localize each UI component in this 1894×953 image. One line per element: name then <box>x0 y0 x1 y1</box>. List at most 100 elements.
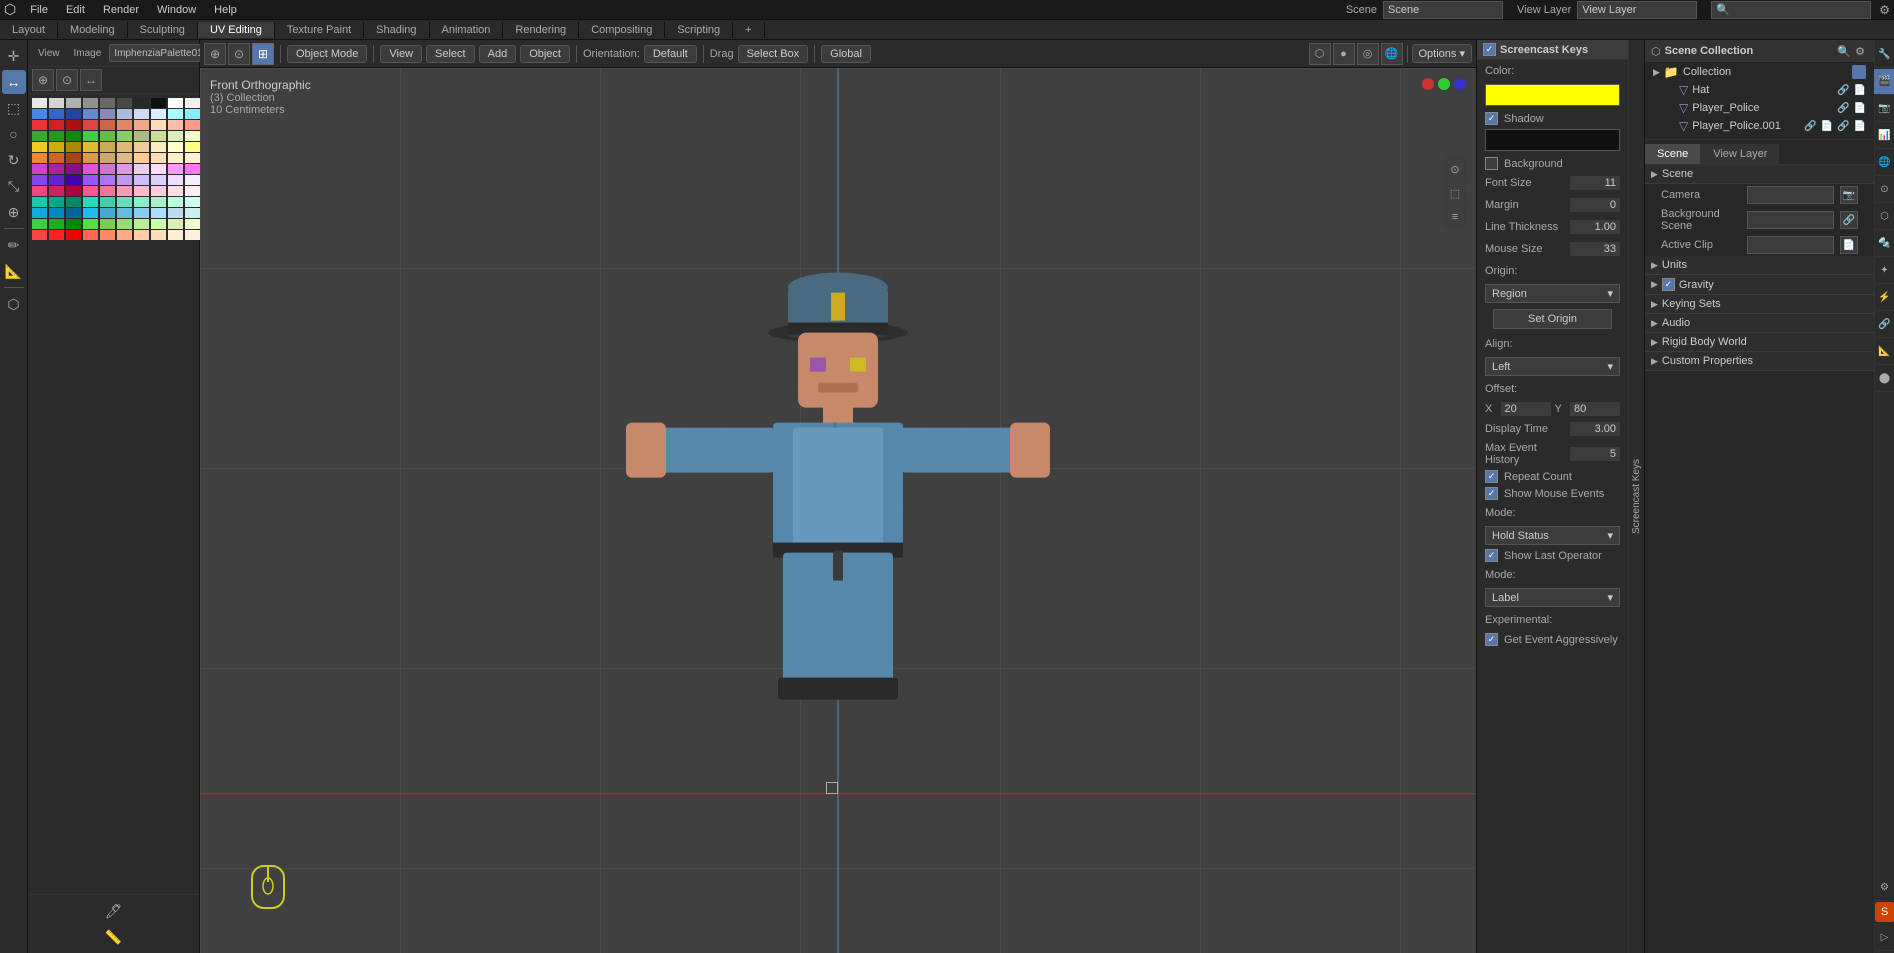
palette-cell[interactable] <box>168 164 183 174</box>
view-menu-btn[interactable]: View <box>380 45 422 63</box>
keying-sets-section-toggle[interactable]: ▶ Keying Sets <box>1645 295 1874 314</box>
palette-cell[interactable] <box>151 230 166 240</box>
palette-cell[interactable] <box>168 208 183 218</box>
hat-item[interactable]: ▽ Hat 🔗 📄 <box>1645 81 1874 99</box>
camera-props-icon[interactable]: 📷 <box>1840 186 1858 204</box>
palette-cell[interactable] <box>32 98 47 108</box>
menu-help[interactable]: Help <box>206 2 245 18</box>
filter-icon[interactable]: ⚙ <box>1879 3 1890 17</box>
player-police-001-extra-icon[interactable]: 🔗 <box>1837 121 1849 132</box>
shading-solid[interactable]: ● <box>1333 43 1355 65</box>
shading-render[interactable]: 🌐 <box>1381 43 1403 65</box>
palette-cell[interactable] <box>49 197 64 207</box>
tool-lasso[interactable]: ○ <box>2 122 26 146</box>
palette-cell[interactable] <box>117 109 132 119</box>
palette-cell[interactable] <box>32 120 47 130</box>
mouse-size-input[interactable] <box>1570 242 1620 256</box>
tab-rendering[interactable]: Rendering <box>503 22 579 38</box>
toggle-sidebar[interactable]: ≡ <box>1444 206 1466 228</box>
palette-cell[interactable] <box>168 197 183 207</box>
palette-cell[interactable] <box>151 153 166 163</box>
palette-cell[interactable] <box>83 219 98 229</box>
player-police-001-item[interactable]: ▽ Player_Police.001 🔗 📄 🔗 📄 <box>1645 117 1874 135</box>
view-layer-selector[interactable]: View Layer <box>1577 1 1697 19</box>
screencast-checkbox[interactable] <box>1483 43 1496 56</box>
palette-cell[interactable] <box>134 175 149 185</box>
operator-mode-dropdown-container[interactable]: Label ▾ <box>1477 586 1628 609</box>
menu-edit[interactable]: Edit <box>58 2 93 18</box>
palette-cell[interactable] <box>100 98 115 108</box>
palette-cell[interactable] <box>83 142 98 152</box>
viewport-nav3[interactable]: ⊞ <box>252 43 274 65</box>
palette-cell[interactable] <box>66 186 81 196</box>
palette-cell[interactable] <box>168 109 183 119</box>
tab-animation[interactable]: Animation <box>430 22 504 38</box>
prop-icon-output[interactable]: 📊 <box>1874 123 1894 149</box>
palette-cell[interactable] <box>185 230 200 240</box>
zoom-to-fit[interactable]: ⊙ <box>1444 158 1466 180</box>
mouse-mode-dropdown[interactable]: Hold Status ▾ <box>1485 526 1620 545</box>
palette-cell[interactable] <box>185 142 200 152</box>
palette-cell[interactable] <box>83 120 98 130</box>
hat-data-icon[interactable]: 📄 <box>1854 85 1866 96</box>
prop-icon-render[interactable]: 📷 <box>1874 96 1894 122</box>
units-section-toggle[interactable]: ▶ Units <box>1645 256 1874 275</box>
origin-dropdown[interactable]: Region ▾ <box>1485 284 1620 303</box>
set-origin-button[interactable]: Set Origin <box>1493 309 1612 329</box>
palette-cell[interactable] <box>100 208 115 218</box>
camera-selector[interactable] <box>1747 186 1835 204</box>
scene-tab[interactable]: Scene <box>1645 144 1701 164</box>
prop-icon-data[interactable]: 📐 <box>1874 339 1894 365</box>
palette-cell[interactable] <box>185 186 200 196</box>
palette-cell[interactable] <box>134 208 149 218</box>
palette-cell[interactable] <box>66 175 81 185</box>
prop-icon-bottom1[interactable]: ⚙ <box>1874 875 1894 901</box>
scene-section-toggle[interactable]: ▶ Scene <box>1645 165 1874 184</box>
palette-cell[interactable] <box>117 120 132 130</box>
palette-cell[interactable] <box>66 164 81 174</box>
margin-input[interactable] <box>1570 198 1620 212</box>
prop-icon-scene[interactable]: 🎬 <box>1874 69 1894 95</box>
palette-cell[interactable] <box>168 131 183 141</box>
shadow-color-swatch[interactable] <box>1485 129 1620 151</box>
palette-cell[interactable] <box>83 197 98 207</box>
screencast-keys-vertical-label[interactable]: Screencast Keys <box>1628 40 1644 953</box>
bottom-tool2[interactable]: 📏 <box>102 925 126 949</box>
show-mouse-events-checkbox[interactable] <box>1485 487 1498 500</box>
tab-layout[interactable]: Layout <box>0 22 58 38</box>
prop-icon-view[interactable]: 🔧 <box>1874 42 1894 68</box>
tab-modeling[interactable]: Modeling <box>58 22 128 38</box>
palette-cell[interactable] <box>66 142 81 152</box>
palette-cell[interactable] <box>49 98 64 108</box>
color-swatch[interactable] <box>1485 84 1620 106</box>
dot-green[interactable] <box>1438 78 1450 90</box>
player-police-icon2[interactable]: 🔗 <box>1837 103 1849 114</box>
palette-cell[interactable] <box>49 208 64 218</box>
orientation-dropdown[interactable]: Default <box>644 45 697 63</box>
palette-cell[interactable] <box>117 131 132 141</box>
background-checkbox[interactable] <box>1485 157 1498 170</box>
viewport-nav2[interactable]: ⊙ <box>228 43 250 65</box>
palette-cell[interactable] <box>151 175 166 185</box>
palette-cell[interactable] <box>32 109 47 119</box>
palette-cell[interactable] <box>100 175 115 185</box>
palette-cell[interactable] <box>100 153 115 163</box>
palette-cell[interactable] <box>134 131 149 141</box>
player-police-item[interactable]: ▽ Player_Police 🔗 📄 <box>1645 99 1874 117</box>
mouse-mode-dropdown-container[interactable]: Hold Status ▾ <box>1477 524 1628 547</box>
collection-item[interactable]: ▶ 📁 Collection <box>1645 63 1874 81</box>
dot-blue[interactable] <box>1454 78 1466 90</box>
palette-cell[interactable] <box>83 164 98 174</box>
collection-expand[interactable]: ▶ <box>1653 67 1660 78</box>
get-event-checkbox[interactable] <box>1485 633 1498 646</box>
palette-cell[interactable] <box>32 142 47 152</box>
prop-icon-physics[interactable]: ⚡ <box>1874 285 1894 311</box>
gravity-section-toggle[interactable]: ▶ Gravity <box>1645 275 1874 295</box>
tool-annotate[interactable]: ✏ <box>2 233 26 257</box>
palette-cell[interactable] <box>117 98 132 108</box>
shadow-color-container[interactable] <box>1477 127 1628 155</box>
menu-file[interactable]: File <box>22 2 56 18</box>
palette-cell[interactable] <box>49 230 64 240</box>
prop-icon-material[interactable]: ⬤ <box>1874 366 1894 392</box>
blender-logo[interactable]: ⬡ <box>4 1 16 18</box>
